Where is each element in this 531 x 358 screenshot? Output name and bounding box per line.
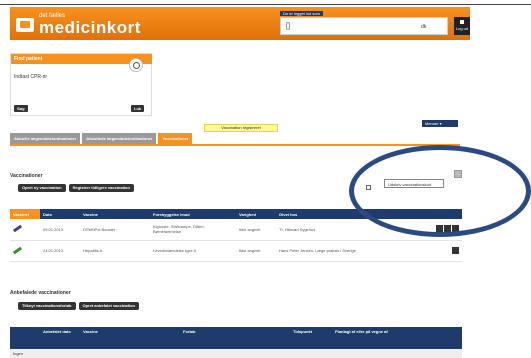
register-previous-vaccination-button[interactable]: Registrer tidligere vaccination (68, 184, 134, 192)
search-button[interactable]: Søg (14, 105, 28, 112)
create-recommended-vaccination-button[interactable]: Opret anbefalet vaccination (78, 302, 139, 310)
tab-vaccinations[interactable]: Vaccinationer (158, 133, 193, 144)
login-info: Du er logget ind som dk (280, 11, 450, 36)
column-header[interactable]: Vaccinéi (10, 209, 40, 219)
delete-icon[interactable] (452, 246, 459, 254)
cell-duration: Ikke angivet (236, 240, 276, 262)
column-header[interactable]: Vaccine (80, 327, 180, 349)
cpr-input-label[interactable]: Indtast CPR-nr (14, 74, 47, 80)
logo-title: medicinkort (39, 18, 141, 37)
recommended-actions: Tilknyt vaccinationsforløb Opret anbefal… (18, 302, 142, 310)
cell-vaccine: Hepatitis A (80, 240, 150, 262)
vaccination-actions: Opret ny vaccination Registrer tidligere… (18, 184, 137, 192)
status-toast: Vaccination registreret (204, 124, 278, 132)
cell-date: 24.01.2013 (40, 240, 80, 262)
vaccinations-title: Vaccinationer (10, 173, 43, 179)
syringe-icon (13, 224, 22, 233)
find-patient-panel: Find patient Indtast CPR-nr Søg Luk (10, 53, 152, 116)
user-field: dk (280, 17, 448, 35)
cell-given-by: Hans Peter Jensen, Læge praksis i Sverig… (276, 240, 426, 262)
tab-ended-prescriptions[interactable]: Afsluttede lægemiddelordinationer (82, 133, 157, 144)
key-icon (286, 22, 290, 30)
tab-bar: Aktuelle lægemiddelordinationer Afslutte… (10, 133, 460, 146)
menu-button[interactable]: Menuer ▾ (422, 120, 458, 127)
user-domain: dk (421, 24, 427, 30)
cell-vaccine: DiTeKiPol Booster (80, 219, 150, 241)
column-header[interactable]: Dato (40, 209, 80, 219)
recommended-title: Anbefalede vaccinationer (10, 290, 71, 296)
cell-prevents: Kighoste, Stivkrampe, Difteri, Børnelamm… (150, 219, 236, 241)
column-header[interactable]: Varighed (236, 209, 276, 219)
cell-date: 09.01.2013 (40, 219, 80, 241)
app-header: det fælles medicinkort Du er logget ind … (10, 7, 470, 40)
logout-button[interactable]: Log ud (454, 17, 470, 35)
cell-duration: Ikke angivet (236, 219, 276, 241)
attach-vaccination-course-button[interactable]: Tilknyt vaccinationsforløb (18, 302, 76, 310)
column-header[interactable]: Vaccine (80, 209, 150, 219)
highlight-annotation (349, 145, 531, 237)
column-header[interactable]: Forebyggelse imod (150, 209, 236, 219)
medicine-card-icon (16, 17, 34, 32)
search-icon[interactable] (129, 58, 143, 72)
top-rule (0, 4, 531, 5)
login-status-tab: Du er logget ind som (280, 11, 323, 16)
column-header[interactable]: Forløb (180, 327, 290, 349)
cell-empty-note: Ingen (10, 349, 40, 358)
blank-header (10, 327, 40, 349)
column-header[interactable]: Tidspunkt (290, 327, 332, 349)
table-row: Ingen (10, 349, 462, 358)
table-row[interactable]: 24.01.2013 Hepatitis A Leverbetændelse t… (10, 240, 462, 262)
create-vaccination-button[interactable]: Opret ny vaccination (18, 184, 66, 192)
logo[interactable]: det fælles medicinkort (16, 13, 141, 36)
column-header[interactable]: Planlagt af eller på vegne af (332, 327, 462, 349)
syringe-icon (13, 246, 22, 255)
recommended-table: Anbefalet dato Vaccine Forløb Tidspunkt … (10, 327, 462, 358)
column-header[interactable]: Anbefalet dato (40, 327, 80, 349)
tab-current-prescriptions[interactable]: Aktuelle lægemiddelordinationer (10, 133, 81, 144)
close-button[interactable]: Luk (131, 105, 145, 112)
cell-prevents: Leverbetændelse type A (150, 240, 236, 262)
